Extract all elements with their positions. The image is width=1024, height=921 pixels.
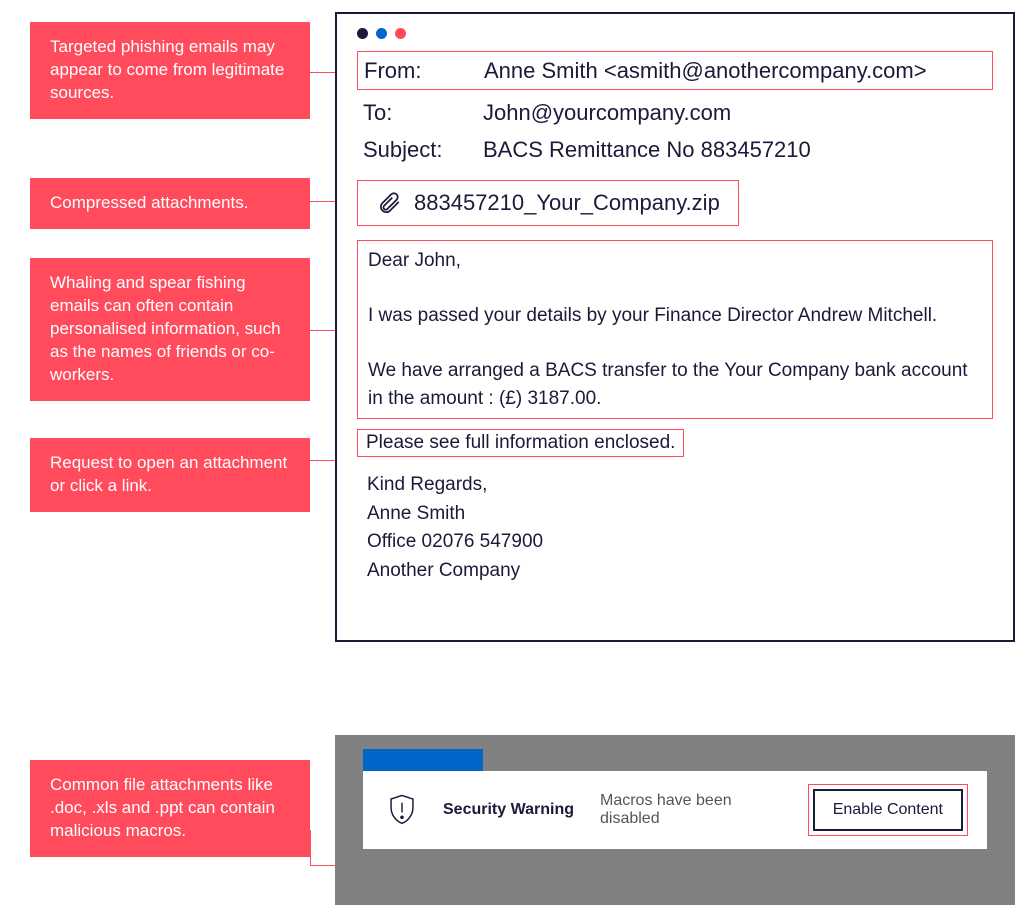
attachment-filename: 883457210_Your_Company.zip — [414, 190, 720, 216]
callout-phishing-source: Targeted phishing emails may appear to c… — [30, 22, 310, 119]
body-paragraph-2: We have arranged a BACS transfer to the … — [368, 357, 982, 412]
enable-content-button[interactable]: Enable Content — [813, 789, 963, 831]
callout-text: Request to open an attachment or click a… — [50, 453, 287, 495]
from-row: From: Anne Smith <asmith@anothercompany.… — [364, 54, 986, 87]
callout-text: Compressed attachments. — [50, 193, 248, 212]
signature-regards: Kind Regards, — [367, 471, 993, 500]
minimize-dot-icon — [376, 28, 387, 39]
maximize-dot-icon — [395, 28, 406, 39]
enable-content-label: Enable Content — [833, 801, 943, 818]
callout-text: Targeted phishing emails may appear to c… — [50, 37, 284, 102]
close-dot-icon — [357, 28, 368, 39]
callout-malicious-macros: Common file attachments like .doc, .xls … — [30, 760, 310, 857]
to-value: John@yourcompany.com — [483, 96, 731, 129]
signature-name: Anne Smith — [367, 500, 993, 529]
subject-label: Subject: — [363, 133, 483, 166]
subject-value: BACS Remittance No 883457210 — [483, 133, 811, 166]
body-request: Please see full information enclosed. — [366, 432, 675, 453]
paperclip-icon — [376, 189, 402, 217]
callout-personalised-info: Whaling and spear fishing emails can oft… — [30, 258, 310, 401]
security-warning-title: Security Warning — [443, 801, 574, 819]
shield-warning-icon — [387, 793, 417, 827]
body-greeting: Dear John, — [368, 247, 982, 275]
security-warning-message: Macros have been disabled — [600, 792, 787, 828]
from-row-highlight: From: Anne Smith <asmith@anothercompany.… — [357, 51, 993, 90]
macro-warning-window: Security Warning Macros have been disabl… — [335, 735, 1015, 905]
callout-text: Whaling and spear fishing emails can oft… — [50, 273, 281, 384]
signature-phone: Office 02076 547900 — [367, 528, 993, 557]
subject-row: Subject: BACS Remittance No 883457210 — [357, 131, 993, 168]
from-value: Anne Smith <asmith@anothercompany.com> — [484, 54, 927, 87]
attachment-row[interactable]: 883457210_Your_Company.zip — [357, 180, 739, 226]
signature-company: Another Company — [367, 557, 993, 586]
callout-text: Common file attachments like .doc, .xls … — [50, 775, 275, 840]
macro-tab — [363, 749, 483, 771]
callout-compressed-attachment: Compressed attachments. — [30, 178, 310, 229]
to-label: To: — [363, 96, 483, 129]
email-body-highlight: Dear John, I was passed your details by … — [357, 240, 993, 419]
security-warning-bar: Security Warning Macros have been disabl… — [363, 771, 987, 849]
callout-open-attachment: Request to open an attachment or click a… — [30, 438, 310, 512]
request-highlight: Please see full information enclosed. — [357, 429, 684, 457]
to-row: To: John@yourcompany.com — [357, 94, 993, 131]
body-paragraph-1: I was passed your details by your Financ… — [368, 302, 982, 330]
from-label: From: — [364, 54, 484, 87]
email-window: From: Anne Smith <asmith@anothercompany.… — [335, 12, 1015, 642]
signature-block: Kind Regards, Anne Smith Office 02076 54… — [357, 471, 993, 585]
window-controls — [357, 28, 993, 39]
